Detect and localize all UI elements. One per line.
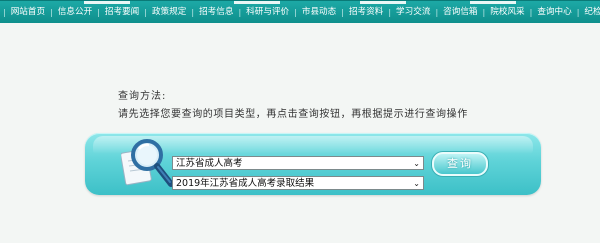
nav-item-mailbox[interactable]: 咨询信箱 <box>438 1 482 23</box>
nav-item-study[interactable]: 学习交流 <box>391 1 435 23</box>
nav-item-colleges[interactable]: 院校风采 <box>485 1 529 23</box>
query-item-value: 2019年江苏省成人高考录取结果 <box>176 178 315 189</box>
query-item-select[interactable]: 2019年江苏省成人高考录取结果 ⌄ <box>172 176 424 190</box>
query-button[interactable]: 查询 <box>432 152 488 176</box>
nav-item-query-center[interactable]: 查询中心 <box>532 1 576 23</box>
query-type-value: 江苏省成人高考 <box>176 158 243 169</box>
magnifier-icon <box>121 139 174 187</box>
nav-item-research[interactable]: 科研与评价 <box>241 1 294 23</box>
nav-item-materials[interactable]: 招考资料 <box>344 1 388 23</box>
nav-item-info-disclosure[interactable]: 信息公开 <box>53 1 97 23</box>
chevron-down-icon: ⌄ <box>413 179 420 188</box>
nav-item-complaints[interactable]: 纪检监察投诉举报 <box>579 1 600 23</box>
top-nav-bar: | 网站首页 | 信息公开 | 招考要闻 | 政策规定 | 招考信息 | 科研与… <box>0 0 600 23</box>
query-panel: 江苏省成人高考 ⌄ 2019年江苏省成人高考录取结果 ⌄ 查询 <box>85 133 541 195</box>
chevron-down-icon: ⌄ <box>413 159 420 168</box>
nav-item-city-news[interactable]: 市县动态 <box>297 1 341 23</box>
method-title: 查询方法: <box>118 91 167 102</box>
query-type-select[interactable]: 江苏省成人高考 ⌄ <box>172 156 424 170</box>
nav-item-home[interactable]: 网站首页 <box>6 1 50 23</box>
nav-item-exam-info[interactable]: 招考信息 <box>194 1 238 23</box>
nav-item-policy[interactable]: 政策规定 <box>147 1 191 23</box>
nav-item-exam-news[interactable]: 招考要闻 <box>100 1 144 23</box>
method-instructions: 请先选择您要查询的项目类型，再点击查询按钮，再根据提示进行查询操作 <box>118 109 468 120</box>
